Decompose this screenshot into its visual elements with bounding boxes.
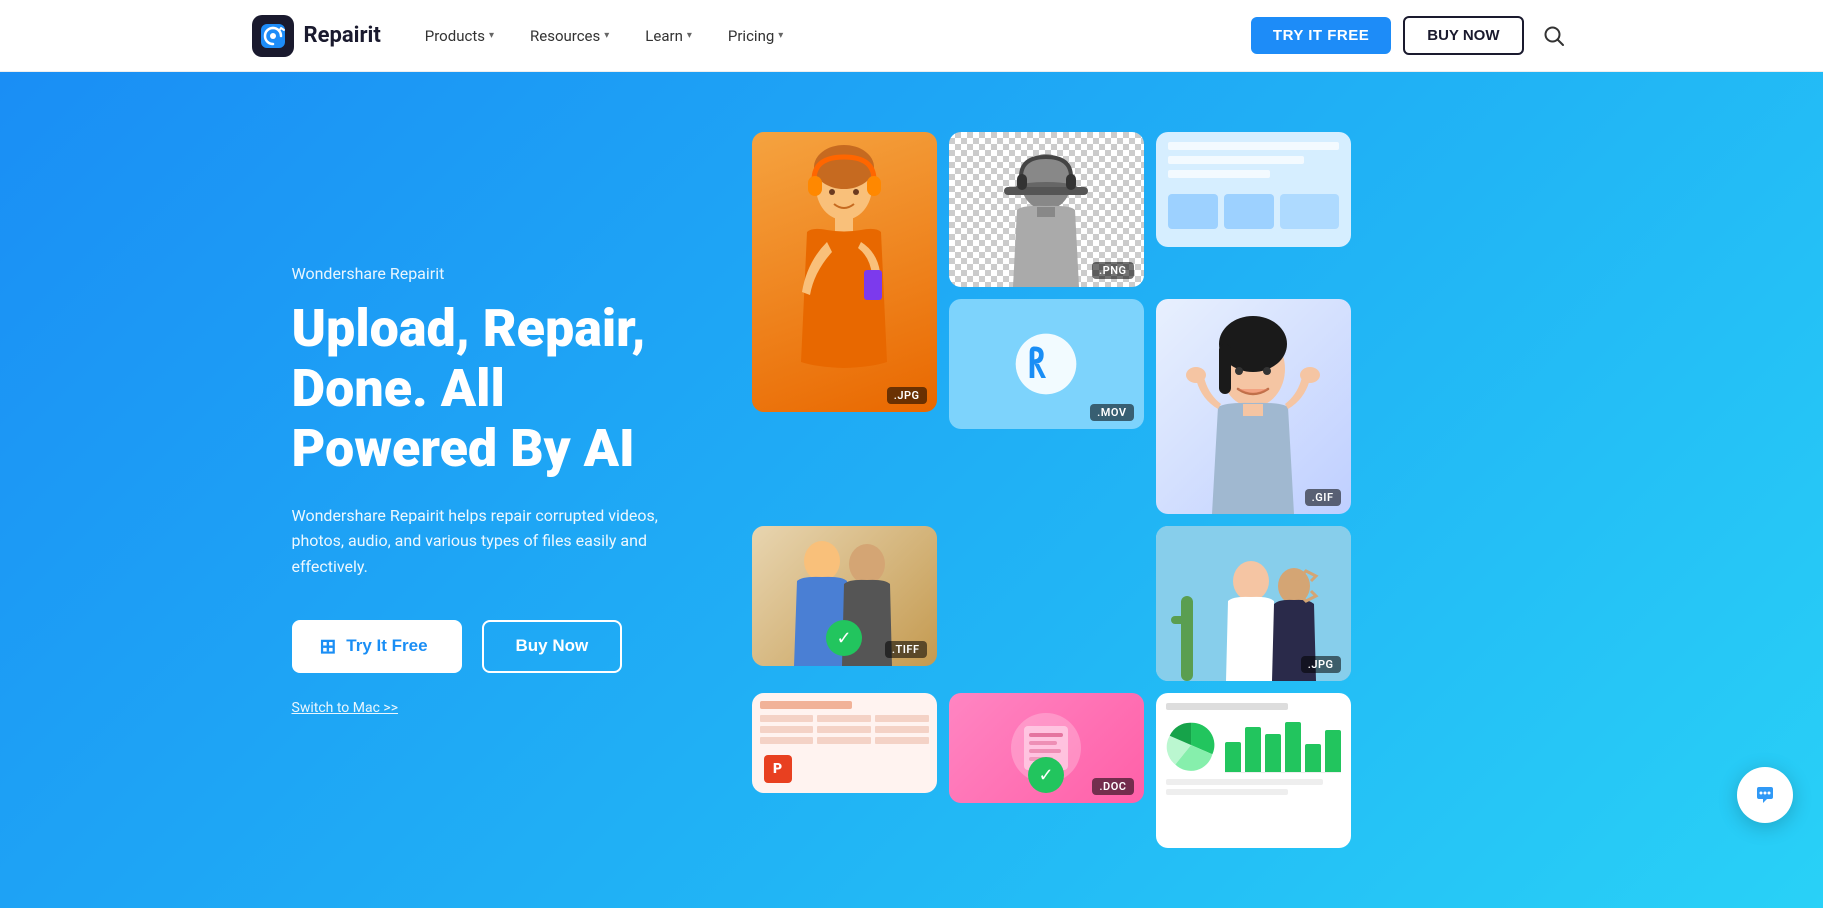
hero-description: Wondershare Repairit helps repair corrup… (292, 503, 712, 580)
card-label-mov: .MOV (1090, 404, 1133, 421)
hero-buttons: ⊞ Try It Free Buy Now (292, 620, 712, 673)
media-card-chart-doc (1156, 693, 1351, 848)
media-card-doc-pink: ✓ .DOC (949, 693, 1144, 803)
card-label-png: .PNG (1092, 262, 1133, 279)
nav-actions: TRY IT FREE BUY NOW (1251, 16, 1572, 55)
hero-media-grid: .JPG .PNG (752, 132, 1532, 848)
search-button[interactable] (1536, 18, 1572, 54)
buy-now-hero-button[interactable]: Buy Now (482, 620, 623, 673)
hero-left: Wondershare Repairit Upload, Repair, Don… (292, 264, 712, 715)
chevron-down-icon: ▾ (778, 30, 783, 41)
media-card-blue-doc (1156, 132, 1351, 247)
nav-item-pricing[interactable]: Pricing ▾ (712, 19, 799, 53)
check-badge-doc: ✓ (1028, 757, 1064, 793)
navbar: Repairit Products ▾ Resources ▾ Learn ▾ … (0, 0, 1823, 72)
switch-to-mac-link[interactable]: Switch to Mac >> (292, 700, 399, 716)
card-label-gif: .GIF (1305, 489, 1341, 506)
card-label-tiff: .TIFF (885, 641, 927, 658)
check-badge-tiff: ✓ (826, 620, 862, 656)
windows-icon: ⊞ (320, 634, 337, 659)
buy-now-nav-button[interactable]: BUY NOW (1403, 16, 1523, 55)
hero-subtitle: Wondershare Repairit (292, 264, 712, 283)
nav-item-products[interactable]: Products ▾ (409, 19, 510, 53)
logo-text: Repairit (304, 23, 381, 48)
logo-icon (252, 15, 294, 57)
media-card-spreadsheet-orange: P (752, 693, 937, 793)
media-card-gif-woman: .GIF (1156, 299, 1351, 514)
try-it-free-hero-button[interactable]: ⊞ Try It Free (292, 620, 462, 673)
hero-section: Wondershare Repairit Upload, Repair, Don… (0, 72, 1823, 908)
nav-links: Products ▾ Resources ▾ Learn ▾ Pricing ▾ (409, 19, 1243, 53)
chevron-down-icon: ▾ (489, 30, 494, 41)
media-card-jpg-girl: .JPG (752, 132, 937, 412)
card-label-jpg: .JPG (887, 387, 927, 404)
logo-link[interactable]: Repairit (252, 15, 381, 57)
nav-item-resources[interactable]: Resources ▾ (514, 19, 625, 53)
media-card-tiff-people: ✓ .TIFF (752, 526, 937, 666)
hero-title: Upload, Repair, Done. All Powered By AI (292, 299, 712, 478)
nav-item-learn[interactable]: Learn ▾ (629, 19, 708, 53)
card-label-doc: .DOC (1092, 778, 1133, 795)
media-card-jpg-friends: .JPG (1156, 526, 1351, 681)
media-card-mov-spinner: .MOV (949, 299, 1144, 429)
card-label-jpg-friends: .JPG (1301, 656, 1341, 673)
chevron-down-icon: ▾ (604, 30, 609, 41)
media-card-png-person: .PNG (949, 132, 1144, 287)
chat-widget-button[interactable] (1737, 767, 1793, 823)
try-it-free-nav-button[interactable]: TRY IT FREE (1251, 17, 1391, 54)
chevron-down-icon: ▾ (687, 30, 692, 41)
